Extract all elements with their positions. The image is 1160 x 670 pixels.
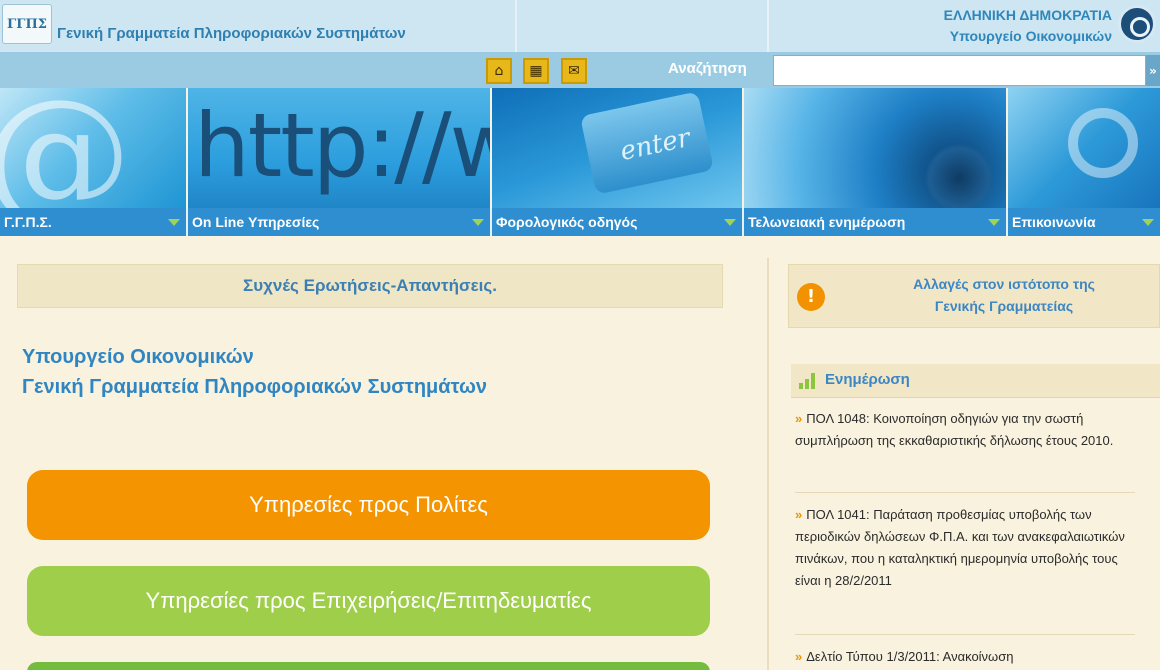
- at-sign-graphic: @: [0, 88, 132, 208]
- nav-item-label: Γ.Γ.Π.Σ.: [4, 214, 52, 230]
- home-icon[interactable]: ⌂: [486, 58, 512, 84]
- citizens-services-button[interactable]: Υπηρεσίες προς Πολίτες: [27, 470, 710, 540]
- mail-icon[interactable]: ✉: [561, 58, 587, 84]
- nav-item-ggps[interactable]: Γ.Γ.Π.Σ.: [0, 208, 186, 236]
- notice-text: Αλλαγές στον ιστότοπο της Γενικής Γραμμα…: [839, 273, 1160, 317]
- banner-http-image: http://www: [188, 88, 490, 208]
- search-go-button[interactable]: »: [1146, 55, 1160, 86]
- nav-item-online-services[interactable]: On Line Υπηρεσίες: [188, 208, 490, 236]
- toolbar: ⌂ ▦ ✉ Αναζήτηση »: [0, 52, 1160, 88]
- header-divider: [515, 0, 517, 52]
- news-item-text: ΠΟΛ 1048: Κοινοποίηση οδηγιών για την σω…: [795, 411, 1114, 448]
- main-nav: Γ.Γ.Π.Σ. On Line Υπηρεσίες Φορολογικός ο…: [0, 208, 1160, 236]
- nav-item-label: On Line Υπηρεσίες: [192, 214, 320, 230]
- ministry-line: Υπουργείο Οικονομικών: [949, 28, 1112, 44]
- nav-item-tax-guide[interactable]: Φορολογικός οδηγός: [492, 208, 742, 236]
- chevron-down-icon: [988, 219, 1000, 226]
- secretariat-heading: Γενική Γραμματεία Πληροφοριακών Συστημάτ…: [22, 376, 487, 398]
- alert-icon: !: [797, 283, 825, 311]
- business-services-button[interactable]: Υπηρεσίες προς Επιχειρήσεις/Επιτηδευματί…: [27, 566, 710, 636]
- site-title[interactable]: Γενική Γραμματεία Πληροφοριακών Συστημάτ…: [57, 25, 406, 42]
- bar-chart-icon: [799, 373, 819, 389]
- chevron-down-icon: [724, 219, 736, 226]
- chevron-right-icon: »: [795, 649, 803, 664]
- news-item[interactable]: » ΠΟΛ 1041: Παράταση προθεσμίας υποβολής …: [795, 504, 1141, 592]
- news-divider: [795, 492, 1135, 493]
- site-changes-notice[interactable]: ! Αλλαγές στον ιστότοπο της Γενικής Γραμ…: [788, 264, 1160, 328]
- nav-item-customs[interactable]: Τελωνειακή ενημέρωση: [744, 208, 1006, 236]
- search-label: Αναζήτηση: [668, 60, 747, 77]
- banner-at-image: @: [0, 88, 186, 208]
- http-graphic: http://www: [194, 94, 490, 197]
- nav-item-label: Επικοινωνία: [1012, 214, 1096, 230]
- site-header: ΓΓΠΣ Γενική Γραμματεία Πληροφοριακών Συσ…: [0, 0, 1160, 52]
- faq-link[interactable]: Συχνές Ερωτήσεις-Απαντήσεις.: [17, 264, 723, 308]
- banner-cable-image: [1008, 88, 1160, 208]
- news-title: Ενημέρωση: [825, 371, 910, 388]
- news-item[interactable]: » Δελτίο Τύπου 1/3/2011: Ανακοίνωση: [795, 646, 1141, 668]
- chevron-down-icon: [1142, 219, 1154, 226]
- republic-label: ΕΛΛΗΝΙΚΗ ΔΗΜΟΚΡΑΤΙΑ Υπουργείο Οικονομικώ…: [944, 5, 1112, 47]
- nav-item-label: Τελωνειακή ενημέρωση: [748, 214, 906, 230]
- notice-line: Γενικής Γραμματείας: [934, 298, 1074, 314]
- chevron-right-icon: »: [795, 507, 803, 522]
- search-input[interactable]: [773, 55, 1146, 86]
- sitemap-icon[interactable]: ▦: [523, 58, 549, 84]
- banner-enter-key-image: enter: [492, 88, 742, 208]
- banner-abstract-image: [744, 88, 1006, 208]
- news-divider: [795, 634, 1135, 635]
- news-header: Ενημέρωση: [791, 364, 1160, 398]
- ministry-heading: Υπουργείο Οικονομικών: [22, 346, 254, 368]
- nav-item-contact[interactable]: Επικοινωνία: [1008, 208, 1160, 236]
- news-item-text: Δελτίο Τύπου 1/3/2011: Ανακοίνωση: [806, 649, 1014, 664]
- chevron-right-icon: »: [795, 411, 803, 426]
- chevron-down-icon: [472, 219, 484, 226]
- nav-item-label: Φορολογικός οδηγός: [496, 214, 638, 230]
- organization-heading: Υπουργείο Οικονομικών Γενική Γραμματεία …: [22, 342, 487, 402]
- header-banner: @ http://www enter: [0, 88, 1160, 208]
- next-services-button[interactable]: [27, 662, 710, 670]
- main-content: Συχνές Ερωτήσεις-Απαντήσεις. Υπουργείο Ο…: [0, 236, 765, 670]
- news-item-text: ΠΟΛ 1041: Παράταση προθεσμίας υποβολής τ…: [795, 507, 1125, 588]
- republic-line: ΕΛΛΗΝΙΚΗ ΔΗΜΟΚΡΑΤΙΑ: [943, 7, 1112, 23]
- header-divider: [767, 0, 769, 52]
- sidebar: ! Αλλαγές στον ιστότοπο της Γενικής Γραμ…: [769, 236, 1160, 670]
- notice-line: Αλλαγές στον ιστότοπο της: [913, 276, 1095, 292]
- news-item[interactable]: » ΠΟΛ 1048: Κοινοποίηση οδηγιών για την σ…: [795, 408, 1141, 452]
- chevron-down-icon: [168, 219, 180, 226]
- national-emblem-icon: [1118, 5, 1156, 43]
- gsis-logo[interactable]: ΓΓΠΣ: [2, 4, 52, 44]
